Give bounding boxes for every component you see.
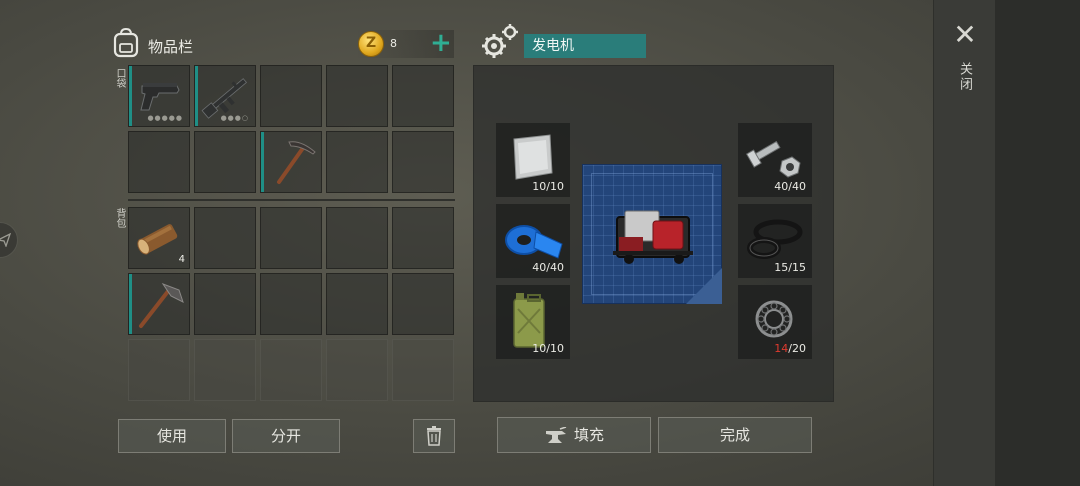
pocket-slot[interactable] (326, 65, 388, 127)
fill-button[interactable]: 填充 (497, 417, 651, 453)
durability-bar (261, 132, 264, 192)
locked-slot (194, 339, 256, 401)
pocket-slot[interactable] (128, 131, 190, 193)
durability-bar (129, 274, 132, 334)
currency-display: Z 8 + (356, 28, 454, 58)
close-icon[interactable]: ✕ (950, 20, 980, 50)
material-have: 10 (532, 342, 547, 355)
durability-bar (195, 66, 198, 126)
backpack-slot[interactable] (260, 207, 322, 269)
item-count: 4 (178, 254, 185, 265)
material-have: 15 (774, 261, 789, 274)
fill-label: 填充 (573, 426, 604, 444)
screen-edge (995, 0, 1080, 486)
backpack-slot[interactable] (194, 207, 256, 269)
pocket-slot[interactable] (260, 65, 322, 127)
add-coins-button[interactable]: + (430, 28, 452, 58)
coin-count: 8 (390, 37, 397, 50)
pocket-slot[interactable] (392, 65, 454, 127)
material-need: 15 (792, 261, 806, 274)
material-have-short: 14 (774, 342, 789, 355)
anvil-icon (545, 426, 567, 443)
backpack-slot[interactable] (194, 273, 256, 335)
locked-slot (392, 339, 454, 401)
locked-slot (128, 339, 190, 401)
backpack-slot[interactable] (392, 273, 454, 335)
material-need: 40 (792, 180, 806, 193)
material-slot[interactable]: 10/10 (496, 285, 570, 359)
use-button[interactable]: 使用 (118, 419, 226, 453)
material-slot[interactable]: 40/40 (738, 123, 812, 197)
blueprint-preview (582, 164, 722, 304)
side-drawer-handle[interactable] (0, 222, 18, 258)
pocket-slot[interactable]: ●●●●● (128, 65, 190, 127)
pocket-slot[interactable] (260, 131, 322, 193)
locked-slot (260, 339, 322, 401)
material-need: 40 (550, 261, 564, 274)
pocket-slot[interactable] (194, 131, 256, 193)
send-arrow-icon (0, 233, 11, 247)
pocket-slot[interactable]: ●●●○ (194, 65, 256, 127)
coin-icon: Z (358, 31, 384, 57)
durability-bar (129, 66, 132, 126)
close-label[interactable]: 关闭 (956, 62, 974, 92)
backpack-slot[interactable] (326, 273, 388, 335)
material-slot[interactable]: 14/20 (738, 285, 812, 359)
locked-slot (326, 339, 388, 401)
backpack-label: 背包 (114, 208, 125, 228)
backpack-slot[interactable]: 4 (128, 207, 190, 269)
pocket-label: 口袋 (114, 68, 125, 88)
material-need: 10 (550, 342, 564, 355)
pocket-slot[interactable] (392, 131, 454, 193)
inventory-title: 物品栏 (148, 38, 194, 56)
material-have: 10 (532, 180, 547, 193)
gears-icon (482, 24, 518, 58)
material-need: 20 (792, 342, 806, 355)
trash-icon (427, 426, 441, 446)
complete-button[interactable]: 完成 (658, 417, 812, 453)
backpack-icon (113, 28, 139, 58)
pickaxe-icon (277, 141, 316, 184)
backpack-slot[interactable] (326, 207, 388, 269)
material-need: 10 (550, 180, 564, 193)
section-divider (128, 199, 455, 201)
backpack-slot[interactable] (260, 273, 322, 335)
material-slot[interactable]: 40/40 (496, 204, 570, 278)
backpack-slot[interactable] (392, 207, 454, 269)
trash-button[interactable] (413, 419, 455, 453)
crafting-title: 发电机 (524, 34, 646, 58)
pocket-slot[interactable] (326, 131, 388, 193)
hatchet-icon (139, 282, 184, 328)
material-have: 40 (532, 261, 547, 274)
material-slot[interactable]: 10/10 (496, 123, 570, 197)
split-button[interactable]: 分开 (232, 419, 340, 453)
material-have: 40 (774, 180, 789, 193)
backpack-slot[interactable] (128, 273, 190, 335)
material-slot[interactable]: 15/15 (738, 204, 812, 278)
